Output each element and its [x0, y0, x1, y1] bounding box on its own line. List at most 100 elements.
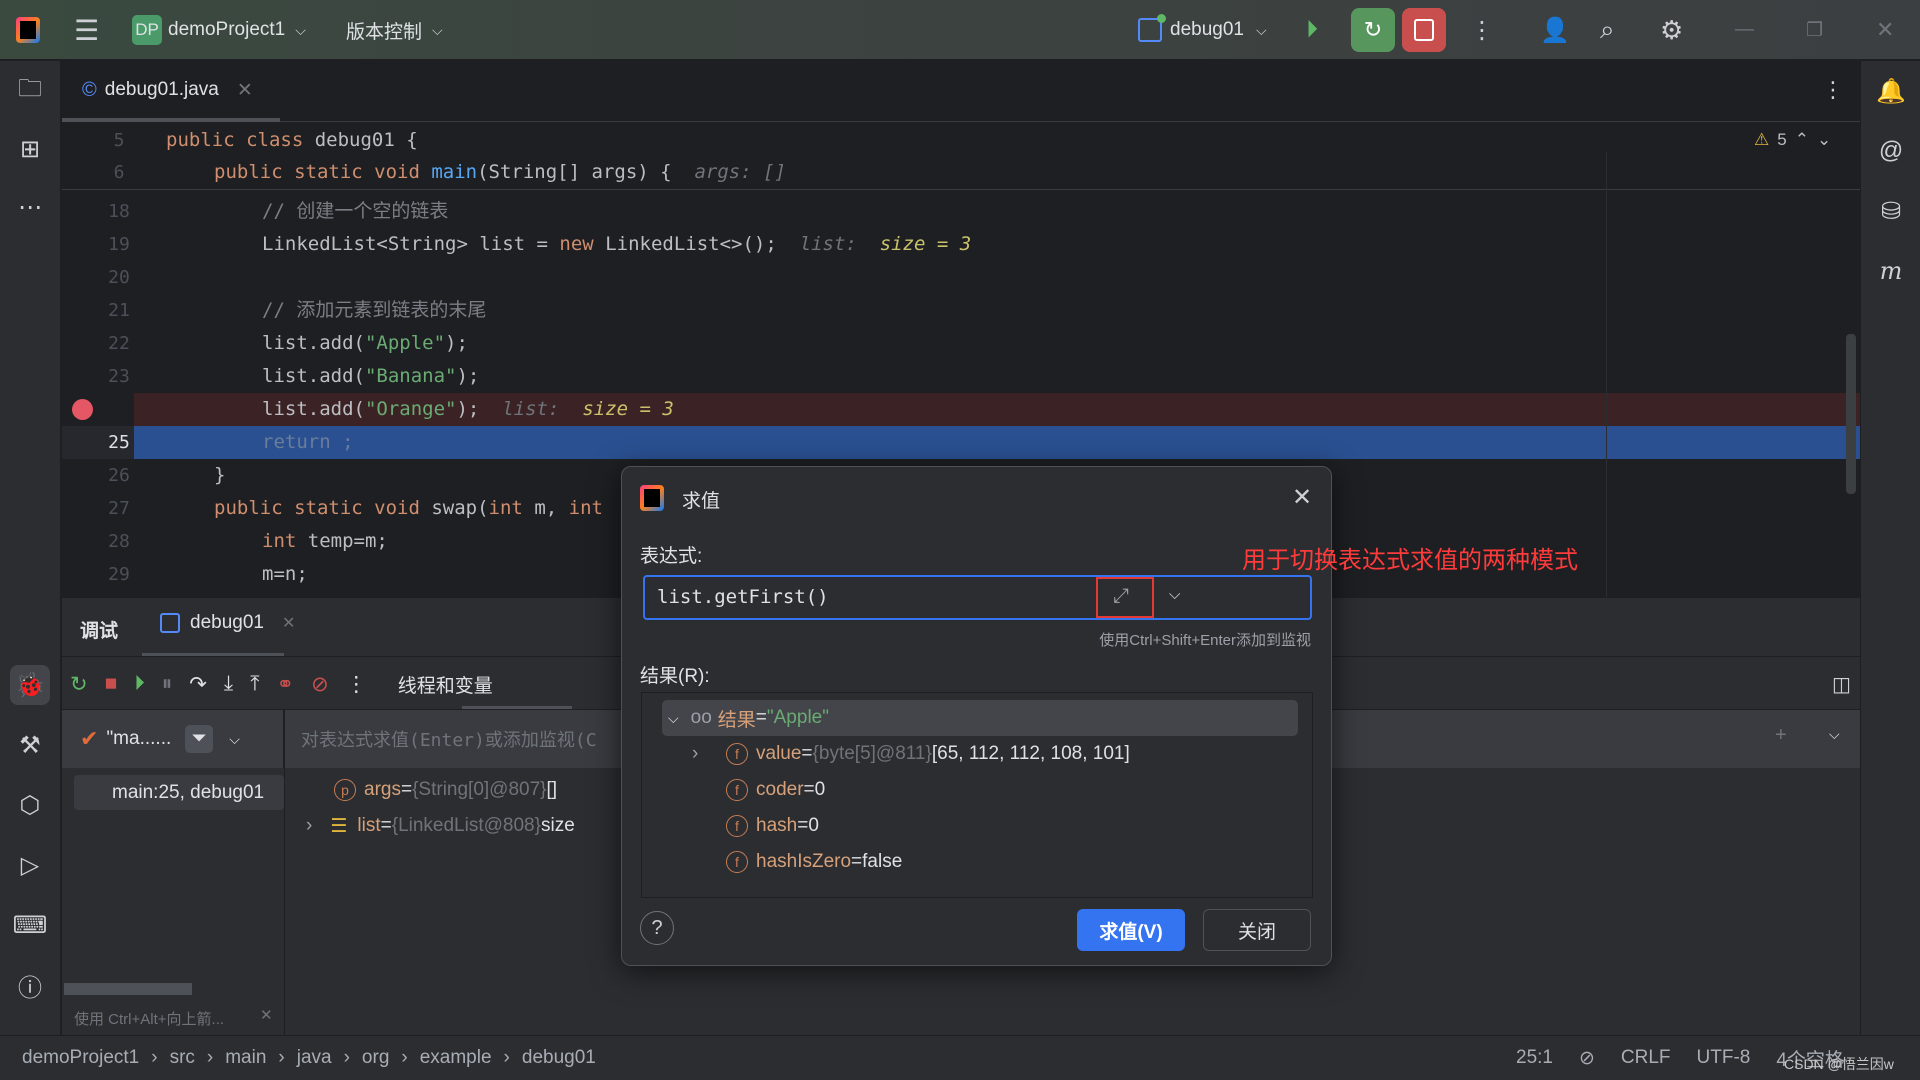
result-field-hashIsZero[interactable]: f hashIsZero = false [692, 844, 902, 880]
breadcrumb-item[interactable]: org [362, 1047, 389, 1069]
line-number[interactable]: 21 [62, 294, 142, 327]
add-user-icon[interactable]: 👤 [1540, 0, 1570, 60]
history-dropdown-icon[interactable]: ⌵ [1169, 586, 1180, 603]
thread-selector[interactable]: ✔ "ma...... ⏷ ⌵ [62, 710, 284, 768]
frames-scrollbar[interactable] [64, 983, 192, 995]
run-icon[interactable]: ▷ [10, 845, 50, 885]
main-menu-icon[interactable]: ☰ [74, 0, 99, 60]
result-field-hash[interactable]: f hash = 0 [692, 808, 819, 844]
expand-icon[interactable]: › [306, 815, 312, 837]
view-breakpoints-icon[interactable]: ⚭ [277, 672, 295, 697]
stop-button[interactable] [1402, 8, 1446, 52]
mute-breakpoints-icon[interactable]: ⊘ [311, 672, 329, 697]
ai-off-icon[interactable]: ⊘ [1579, 1047, 1595, 1070]
close-window-icon[interactable]: ✕ [1876, 0, 1894, 60]
step-out-icon[interactable]: ⤒ [250, 672, 259, 696]
editor-scrollbar[interactable] [1846, 334, 1856, 494]
services-icon[interactable]: ⬡ [10, 785, 50, 825]
close-dialog-icon[interactable]: ✕ [1292, 483, 1312, 512]
folder-icon[interactable]: 🗀 [10, 71, 50, 111]
debug-rerun-button[interactable]: ↻ [1351, 8, 1395, 52]
line-number[interactable]: 25 [62, 426, 142, 459]
line-number[interactable]: 19 [62, 228, 142, 261]
line-number[interactable]: 29 [62, 558, 142, 591]
result-field-coder[interactable]: f coder = 0 [692, 772, 825, 808]
tab-debug01-java[interactable]: © debug01.java ✕ [82, 61, 253, 119]
line-number[interactable]: 28 [62, 525, 142, 558]
debug-bug-icon[interactable]: 🐞 [10, 665, 50, 705]
step-into-icon[interactable]: ⤓ [224, 672, 233, 696]
gear-icon[interactable]: ⚙ [1660, 0, 1683, 60]
rerun-icon[interactable]: ↻ [70, 672, 88, 697]
maven-icon[interactable]: m [1871, 251, 1911, 291]
breadcrumb-item[interactable]: demoProject1 [18, 1047, 139, 1069]
resume-icon[interactable]: ⏵ [1306, 0, 1318, 60]
caret-position[interactable]: 25:1 [1516, 1047, 1553, 1069]
layout-icon[interactable]: ◫ [1832, 672, 1851, 697]
variable-list[interactable]: › ☰ list = {LinkedList@808} size [306, 808, 575, 844]
breadcrumb-item[interactable]: main [225, 1047, 266, 1069]
notifications-bell-icon[interactable]: 🔔 [1871, 71, 1911, 111]
step-over-icon[interactable]: ↷ [189, 672, 207, 697]
line-number[interactable]: 20 [62, 261, 142, 294]
line-number[interactable]: 6 [62, 156, 142, 189]
expand-icon[interactable]: › [692, 743, 714, 765]
line-number[interactable]: 27 [62, 492, 142, 525]
run-config-selector[interactable]: debug01 ⌵ [1138, 0, 1267, 60]
variable-args[interactable]: p args = {String[0]@807} [] [334, 772, 557, 808]
expand-mode-button[interactable]: ⤢ [1096, 577, 1154, 618]
filter-icon[interactable]: ⏷ [185, 725, 214, 753]
ai-assistant-icon[interactable]: @ [1871, 131, 1911, 171]
resume-program-icon[interactable]: ⏵ [134, 672, 145, 696]
line-number[interactable]: 18 [62, 195, 142, 228]
more-icon[interactable]: ⋮ [1470, 0, 1494, 60]
tab-threads-variables[interactable]: 线程和变量 [398, 671, 493, 698]
stack-frame-item[interactable]: main:25, debug01 [74, 775, 284, 810]
chevron-down-icon[interactable]: ⌵ [229, 731, 240, 748]
breadcrumb-item[interactable]: debug01 [522, 1047, 596, 1069]
line-separator[interactable]: CRLF [1621, 1047, 1671, 1069]
evaluate-button[interactable]: 求值(V) [1077, 909, 1185, 951]
add-watch-icon[interactable]: + [1775, 724, 1787, 747]
line-number[interactable]: 22 [62, 327, 142, 360]
line-number[interactable]: 26 [62, 459, 142, 492]
help-button[interactable]: ? [640, 911, 674, 945]
more-tools-icon[interactable]: ⋯ [10, 187, 50, 227]
breadcrumb-item[interactable]: src [170, 1047, 195, 1069]
breadcrumb-item[interactable]: java [297, 1047, 332, 1069]
collapse-icon[interactable]: ⌵ [668, 710, 679, 727]
breadcrumb-item[interactable]: example [420, 1047, 492, 1069]
more-icon[interactable]: ⋮ [346, 672, 367, 697]
app-logo-icon[interactable] [16, 0, 40, 60]
prev-highlight-icon[interactable]: ⌃ [1795, 130, 1809, 150]
inspection-widget[interactable]: ⚠ 5 ⌃ ⌄ [1754, 130, 1831, 150]
terminal-icon[interactable]: ⌨ [10, 905, 50, 945]
vcs-menu[interactable]: 版本控制 ⌵ [346, 0, 443, 60]
result-field-value[interactable]: › f value = {byte[5]@811} [65, 112, 112, 1… [692, 736, 1130, 772]
tab-debug01-session[interactable]: debug01 ✕ [160, 612, 295, 634]
problems-icon[interactable]: ⓘ [10, 965, 50, 1005]
stop-icon[interactable]: ■ [105, 672, 118, 696]
pause-icon[interactable]: ⏸ [162, 672, 173, 696]
line-number[interactable]: 5 [62, 124, 142, 157]
breakpoint-icon[interactable] [72, 399, 93, 420]
expression-input[interactable]: list.getFirst() ⤢ ⌵ [643, 575, 1312, 620]
file-encoding[interactable]: UTF-8 [1697, 1047, 1751, 1069]
search-icon[interactable]: ⌕ [1600, 0, 1615, 60]
chevron-down-icon[interactable]: ⌵ [1829, 726, 1840, 743]
close-tab-icon[interactable]: ✕ [237, 79, 253, 102]
project-selector[interactable]: DP demoProject1 ⌵ [132, 0, 306, 60]
line-number[interactable]: 23 [62, 360, 142, 393]
tab-options-icon[interactable]: ⋮ [1822, 77, 1844, 103]
structure-icon[interactable]: ⊞ [10, 129, 50, 169]
close-button[interactable]: 关闭 [1203, 909, 1311, 951]
database-icon[interactable]: ⛁ [1871, 191, 1911, 231]
close-session-icon[interactable]: ✕ [282, 613, 295, 633]
next-highlight-icon[interactable]: ⌄ [1817, 130, 1831, 150]
result-tree[interactable]: ⌵ oo 结果 = "Apple" › f value = {byte[5]@811} … [641, 692, 1313, 898]
result-root[interactable]: ⌵ oo 结果 = "Apple" [668, 700, 829, 736]
build-hammer-icon[interactable]: ⚒ [10, 725, 50, 765]
restore-icon[interactable]: ❐ [1806, 0, 1823, 60]
minimize-icon[interactable]: — [1735, 0, 1754, 60]
close-tip-icon[interactable]: ✕ [260, 1006, 273, 1024]
